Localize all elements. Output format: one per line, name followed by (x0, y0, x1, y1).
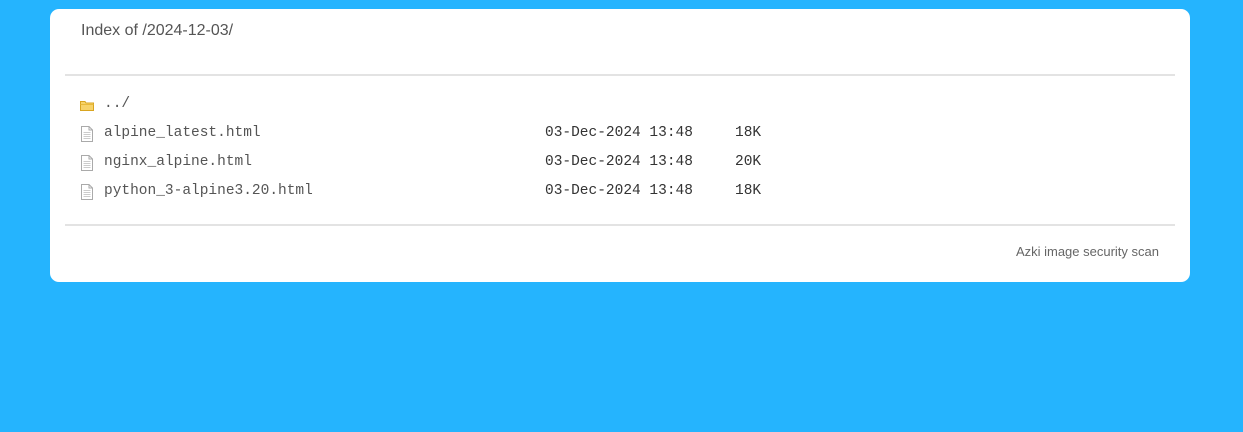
list-item: nginx_alpine.html 03-Dec-2024 13:48 20K (50, 151, 1190, 180)
index-card: Index of /2024-12-03/ ../ alpine_latest.… (50, 9, 1190, 282)
list-item: alpine_latest.html 03-Dec-2024 13:48 18K (50, 122, 1190, 151)
footer-text: Azki image security scan (1015, 244, 1159, 259)
parent-directory-link[interactable]: ../ (104, 96, 130, 112)
file-date: 03-Dec-2024 13:48 (545, 125, 693, 141)
bottom-divider (65, 224, 1175, 226)
file-link[interactable]: alpine_latest.html (104, 125, 261, 141)
file-date: 03-Dec-2024 13:48 (545, 183, 693, 199)
file-size: 18K (735, 183, 762, 199)
file-icon (80, 126, 94, 142)
file-size: 18K (735, 125, 762, 141)
file-link[interactable]: nginx_alpine.html (104, 154, 252, 170)
file-link[interactable]: python_3-alpine3.20.html (104, 183, 313, 199)
file-icon (80, 155, 94, 171)
list-item-parent: ../ (50, 93, 1190, 122)
top-divider (65, 74, 1175, 76)
page-title: Index of /2024-12-03/ (81, 22, 234, 39)
list-item: python_3-alpine3.20.html 03-Dec-2024 13:… (50, 180, 1190, 209)
file-size: 20K (735, 154, 762, 170)
file-icon (80, 184, 94, 200)
folder-icon (80, 97, 94, 113)
file-date: 03-Dec-2024 13:48 (545, 154, 693, 170)
